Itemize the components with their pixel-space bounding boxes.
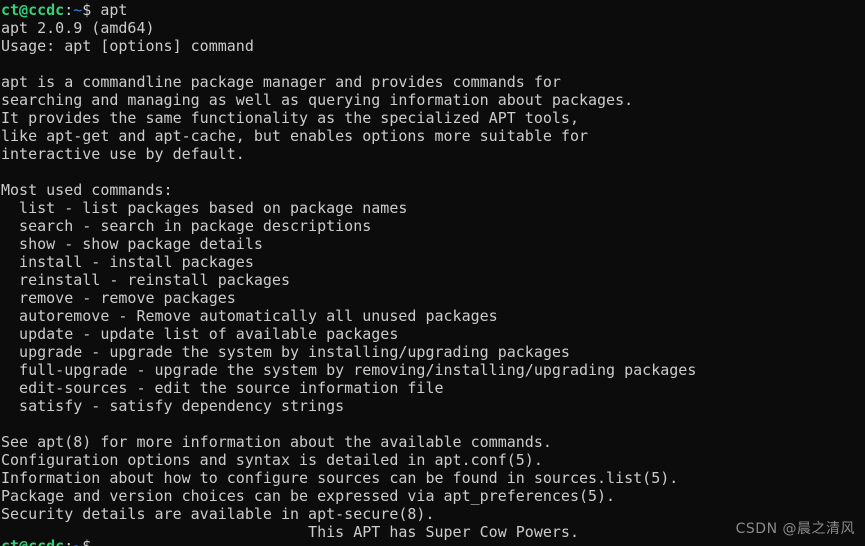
description-line-1: apt is a commandline package manager and… bbox=[1, 73, 561, 91]
prompt-line: ct@ccdc:~$ apt bbox=[1, 1, 865, 19]
prompt-colon: : bbox=[64, 1, 74, 19]
footer-line-5: Security details are available in apt-se… bbox=[1, 505, 435, 523]
prompt-sigil: $ bbox=[82, 1, 92, 19]
command-item-upgrade: upgrade - upgrade the system by installi… bbox=[1, 343, 570, 361]
trailing-prompt-path: ~ bbox=[73, 537, 83, 546]
command-item-reinstall: reinstall - reinstall packages bbox=[1, 271, 290, 289]
command-item-autoremove: autoremove - Remove automatically all un… bbox=[1, 307, 498, 325]
description-line-4: like apt-get and apt-cache, but enables … bbox=[1, 127, 588, 145]
command-item-search: search - search in package descriptions bbox=[1, 217, 372, 235]
footer-line-1: See apt(8) for more information about th… bbox=[1, 433, 552, 451]
description-line-2: searching and managing as well as queryi… bbox=[1, 91, 634, 109]
command-item-show: show - show package details bbox=[1, 235, 263, 253]
prompt-path: ~ bbox=[73, 1, 83, 19]
apt-usage-line: Usage: apt [options] command bbox=[1, 37, 254, 55]
command-item-install: install - install packages bbox=[1, 253, 254, 271]
footer-line-3: Information about how to configure sourc… bbox=[1, 469, 679, 487]
footer-line-4: Package and version choices can be expre… bbox=[1, 487, 616, 505]
command-item-list: list - list packages based on package na… bbox=[1, 199, 408, 217]
command-item-full-upgrade: full-upgrade - upgrade the system by rem… bbox=[1, 361, 697, 379]
trailing-prompt-colon: : bbox=[64, 537, 74, 546]
command-item-edit-sources: edit-sources - edit the source informati… bbox=[1, 379, 444, 397]
trailing-prompt-line: ct@ccdc:~$ bbox=[1, 537, 91, 546]
description-line-5: interactive use by default. bbox=[1, 145, 245, 163]
trailing-prompt-sigil: $ bbox=[82, 537, 92, 546]
prompt-command: apt bbox=[91, 1, 128, 19]
command-item-remove: remove - remove packages bbox=[1, 289, 236, 307]
prompt-user-host: ct@ccdc bbox=[1, 1, 65, 19]
command-item-satisfy: satisfy - satisfy dependency strings bbox=[1, 397, 345, 415]
footer-line-2: Configuration options and syntax is deta… bbox=[1, 451, 543, 469]
commands-heading: Most used commands: bbox=[1, 181, 173, 199]
terminal-window[interactable]: ct@ccdc:~$ apt apt 2.0.9 (amd64) Usage: … bbox=[0, 0, 865, 546]
description-line-3: It provides the same functionality as th… bbox=[1, 109, 579, 127]
command-item-update: update - update list of available packag… bbox=[1, 325, 399, 343]
trailing-prompt-user-host: ct@ccdc bbox=[1, 537, 65, 546]
super-cow-powers-line: This APT has Super Cow Powers. bbox=[1, 523, 579, 541]
apt-version-line: apt 2.0.9 (amd64) bbox=[1, 19, 155, 37]
